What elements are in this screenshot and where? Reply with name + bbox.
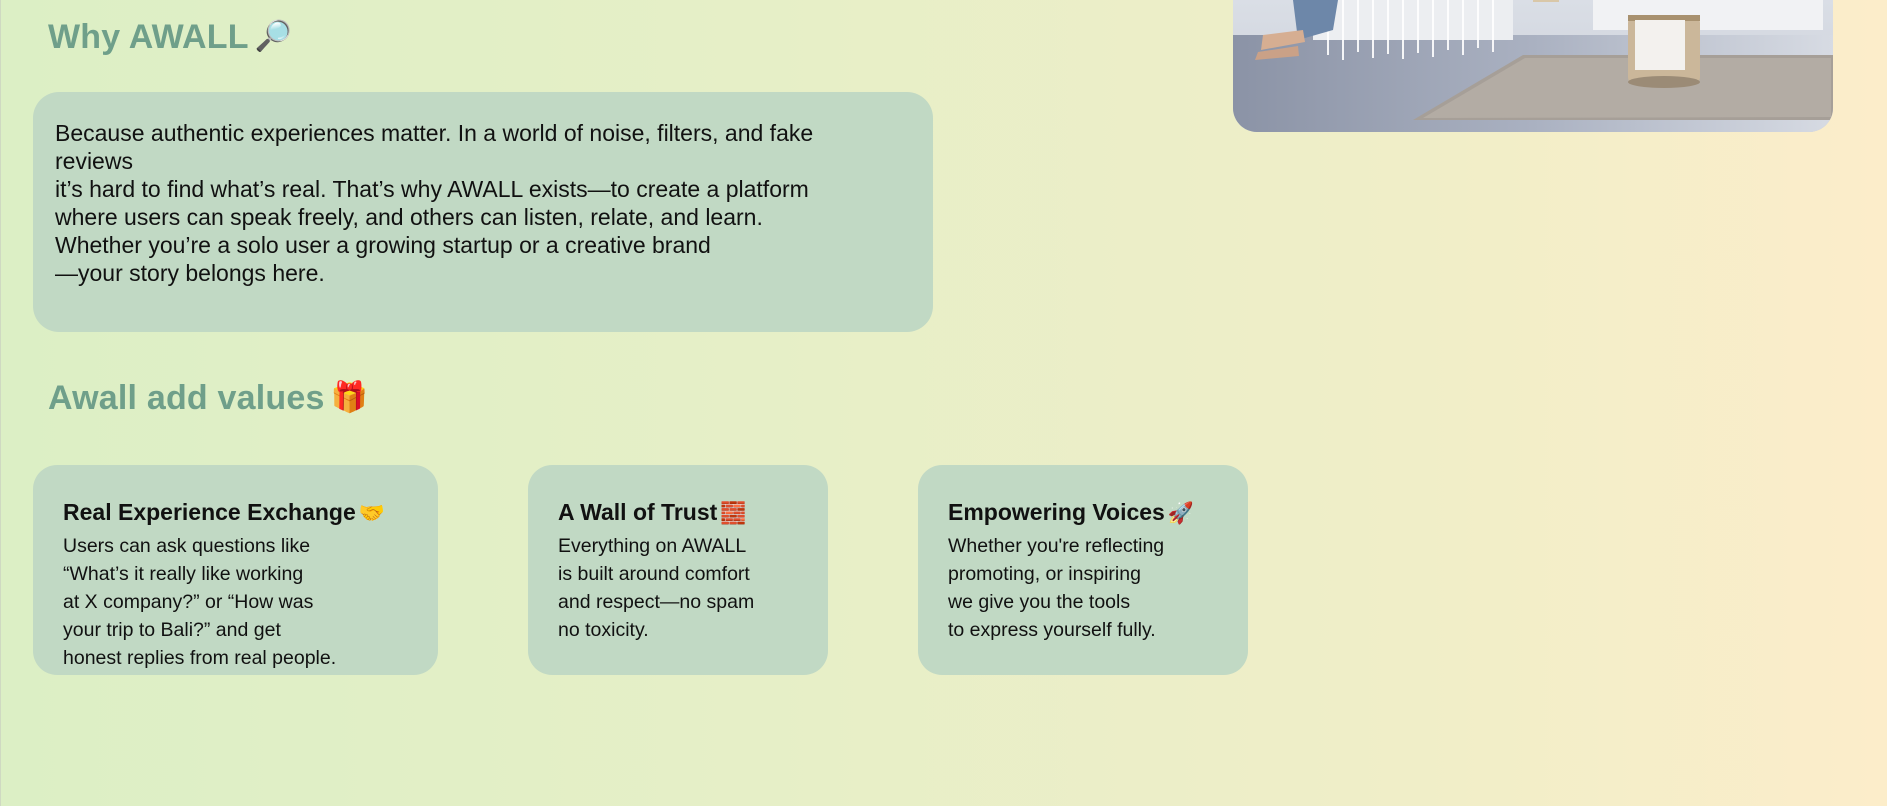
value-card-text-line: at X company?” or “How was xyxy=(63,591,314,613)
value-card-title-text: Empowering Voices xyxy=(948,499,1165,525)
value-card-text-line: no toxicity. xyxy=(558,619,649,641)
value-card-text-line: to express yourself fully. xyxy=(948,619,1156,641)
why-awall-heading: Why AWALL 🔎 xyxy=(48,18,292,57)
value-card-title: Empowering Voices 🚀 xyxy=(948,498,1218,528)
value-card-title: A Wall of Trust 🧱 xyxy=(558,498,798,528)
value-card-empowering-voices: Empowering Voices 🚀 Whether you're reflec… xyxy=(918,465,1248,675)
gift-icon: 🎁 xyxy=(330,381,369,414)
value-card-text-line: and respect—no spam xyxy=(558,591,755,613)
value-card-title-text: Real Experience Exchange xyxy=(63,499,356,525)
value-card-text-line: Users can ask questions like xyxy=(63,535,311,557)
value-card-text-line: Whether you're reflecting xyxy=(948,535,1165,557)
value-card-text-line: is built around comfort xyxy=(558,563,750,585)
value-card-title: Real Experience Exchange 🤝 xyxy=(63,498,408,528)
awall-add-values-heading-text: Awall add values xyxy=(48,379,325,417)
why-awall-description-line: Whether you’re a solo user a growing sta… xyxy=(55,232,711,258)
handshake-icon: 🤝 xyxy=(358,502,385,525)
why-awall-description-line: Because authentic experiences matter. In… xyxy=(55,120,814,146)
value-card-title-text: A Wall of Trust xyxy=(558,499,718,525)
why-awall-description-line: it’s hard to find what’s real. That’s wh… xyxy=(55,176,809,202)
value-card-text-line: honest replies from real people. xyxy=(63,647,337,669)
value-card-text-line: Everything on AWALL xyxy=(558,535,747,557)
magnifying-glass-icon: 🔎 xyxy=(254,20,293,53)
rocket-icon: 🚀 xyxy=(1167,502,1195,525)
hero-photo-hammock-room xyxy=(1233,0,1833,132)
hero-photo-illustration xyxy=(1233,0,1833,132)
why-awall-description-line: where users can speak freely, and others… xyxy=(55,204,763,230)
value-card-wall-of-trust: A Wall of Trust 🧱 Everything on AWALL is … xyxy=(528,465,828,675)
value-card-real-experience-exchange: Real Experience Exchange 🤝 Users can ask … xyxy=(33,465,438,675)
why-awall-heading-text: Why AWALL xyxy=(48,18,249,56)
value-card-text-line: we give you the tools xyxy=(948,591,1131,613)
value-card-text-line: promoting, or inspiring xyxy=(948,563,1141,585)
why-awall-description-line: reviews xyxy=(55,148,133,174)
why-awall-description-card: Because authentic experiences matter. In… xyxy=(33,92,933,332)
awall-add-values-heading: Awall add values 🎁 xyxy=(48,379,368,418)
brick-icon: 🧱 xyxy=(720,502,747,525)
value-card-text-line: your trip to Bali?” and get xyxy=(63,619,281,641)
why-awall-description-line: —your story belongs here. xyxy=(55,260,325,286)
value-card-text-line: “What’s it really like working xyxy=(63,563,304,585)
